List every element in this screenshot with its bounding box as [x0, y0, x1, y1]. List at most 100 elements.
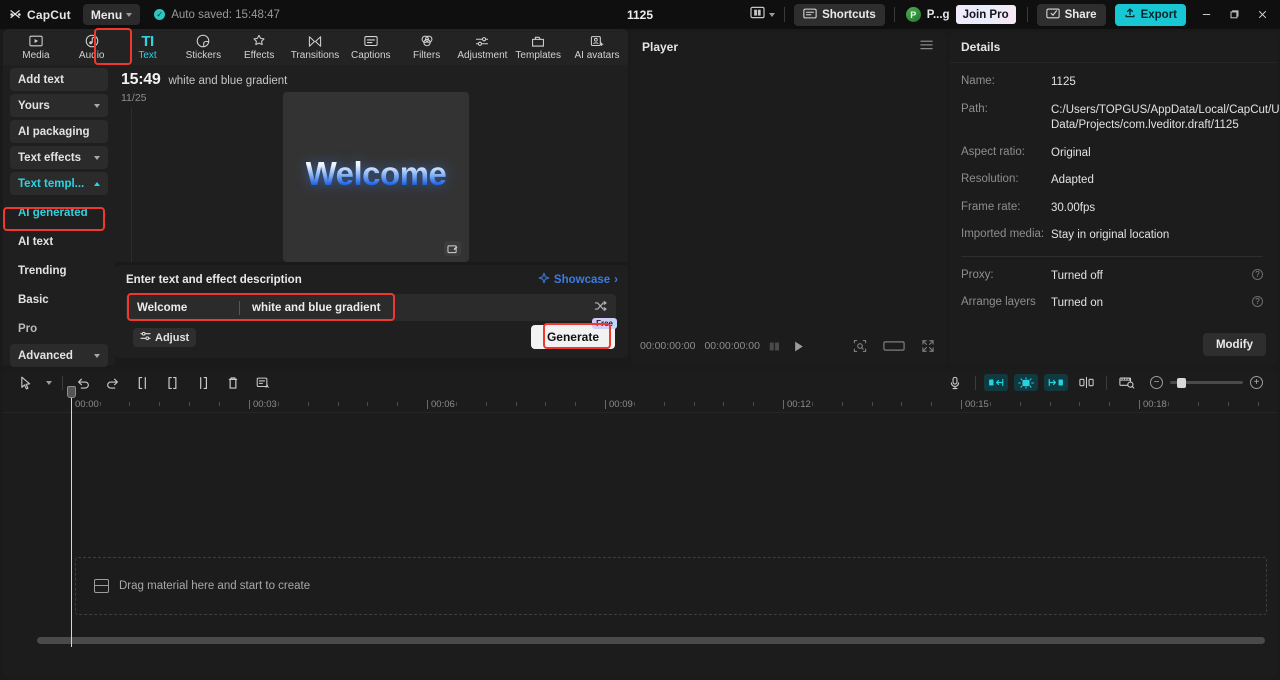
mirror-icon[interactable]: [1071, 372, 1101, 394]
cursor-icon[interactable]: [11, 372, 41, 394]
share-button[interactable]: Share: [1036, 3, 1106, 26]
ruler-tick: [278, 402, 279, 406]
tab-ai-avatars[interactable]: AI avatars: [566, 29, 628, 65]
shortcuts-button[interactable]: Shortcuts: [794, 3, 885, 26]
tab-label: Text: [138, 49, 157, 61]
ruler-label: 00:09: [605, 399, 633, 410]
timeline-tracks[interactable]: Drag material here and start to create: [3, 413, 1277, 649]
frame-step-icon[interactable]: [768, 341, 782, 352]
audio-icon: [85, 34, 99, 49]
microphone-icon[interactable]: [940, 372, 970, 394]
timeline-ruler[interactable]: 00:00 00:03 00:06 00:09 00:12 00:15 00:1…: [3, 396, 1277, 413]
sidebar-item-text-effects[interactable]: Text effects: [10, 146, 108, 169]
timeline-horizontal-scrollbar[interactable]: [37, 637, 1265, 644]
player-total-time: 00:00:00:00: [704, 340, 760, 352]
player-panel: Player 00:00:00:00 00:00:00:00: [631, 32, 946, 365]
split-icon[interactable]: [128, 372, 158, 394]
sidebar-item-ai-text[interactable]: AI text: [10, 230, 108, 253]
playhead-handle[interactable]: [67, 386, 76, 398]
sidebar-item-ai-generated[interactable]: AI generated: [10, 201, 108, 224]
tab-media[interactable]: Media: [8, 29, 64, 65]
redo-icon[interactable]: [98, 372, 128, 394]
zoom-slider[interactable]: [1170, 377, 1243, 388]
effect-description-input[interactable]: white and blue gradient: [240, 302, 586, 314]
details-key: Path:: [961, 102, 988, 115]
trim-left-icon[interactable]: [158, 372, 188, 394]
tab-effects[interactable]: Effects: [231, 29, 287, 65]
sidebar-item-label: Text templ...: [18, 177, 85, 190]
zoom-in-icon[interactable]: +: [1250, 376, 1263, 389]
details-row-proxy: Proxy: Turned off ?: [961, 268, 1263, 285]
tab-adjustment[interactable]: Adjustment: [455, 29, 511, 65]
player-header: Player: [631, 32, 946, 62]
sidebar-item-advanced[interactable]: Advanced: [10, 344, 108, 367]
trash-icon[interactable]: [218, 372, 248, 394]
hamburger-icon[interactable]: [919, 38, 934, 56]
close-button[interactable]: [1248, 0, 1276, 29]
shuffle-icon[interactable]: [586, 300, 616, 315]
chevron-down-icon: [94, 353, 100, 358]
layout-button[interactable]: [750, 6, 776, 24]
template-preview-card[interactable]: Welcome: [283, 92, 469, 262]
help-icon[interactable]: ?: [1252, 268, 1263, 280]
ruler-tick: [159, 402, 160, 406]
sidebar-item-ai-packaging[interactable]: AI packaging: [10, 120, 108, 143]
text-input[interactable]: Welcome: [126, 302, 239, 314]
sparkle-icon: [538, 272, 550, 287]
sidebar-item-label: AI generated: [18, 206, 88, 219]
tab-label: Audio: [78, 49, 105, 61]
caption-a-icon[interactable]: [248, 372, 278, 394]
ruler-tick: [1258, 402, 1259, 406]
playhead[interactable]: [67, 386, 76, 647]
snap-start-icon[interactable]: [984, 374, 1008, 391]
snap-end-icon[interactable]: [1044, 374, 1068, 391]
timeline-dropzone[interactable]: Drag material here and start to create: [75, 557, 1267, 615]
play-icon[interactable]: [792, 340, 805, 353]
sidebar-item-pro[interactable]: Pro: [10, 317, 108, 340]
zoom-out-icon[interactable]: −: [1150, 376, 1163, 389]
tab-stickers[interactable]: Stickers: [175, 29, 231, 65]
sidebar-item-trending[interactable]: Trending: [10, 259, 108, 282]
player-controls: 00:00:00:00 00:00:00:00: [631, 331, 946, 361]
trim-right-icon[interactable]: [188, 372, 218, 394]
filters-icon: [420, 34, 434, 49]
ruler-tick: [338, 402, 339, 406]
tab-filters[interactable]: Filters: [399, 29, 455, 65]
player-stage[interactable]: [631, 62, 946, 331]
sidebar-item-basic[interactable]: Basic: [10, 288, 108, 311]
tab-audio[interactable]: Audio: [64, 29, 120, 65]
chevron-up-icon: [94, 181, 100, 186]
export-button[interactable]: Export: [1114, 3, 1186, 26]
filmstrip-icon[interactable]: [1112, 372, 1142, 394]
account-chip[interactable]: P P...g Join Pro: [904, 5, 1018, 24]
menu-button[interactable]: Menu: [82, 4, 141, 25]
ruler-tick: [397, 402, 398, 406]
magnet-icon[interactable]: [1014, 374, 1038, 391]
ruler-tick: [1109, 402, 1110, 406]
fullscreen-icon[interactable]: [921, 339, 935, 353]
aspect-ratio-icon[interactable]: [883, 340, 905, 352]
sidebar-item-text-templates[interactable]: Text templ...: [10, 172, 108, 195]
ruler-tick: [842, 402, 843, 406]
sidebar-item-label: Yours: [18, 99, 50, 112]
modify-button[interactable]: Modify: [1202, 333, 1266, 356]
sidebar-item-label: AI text: [18, 235, 54, 248]
help-icon[interactable]: ?: [1252, 296, 1263, 308]
select-dropdown-icon[interactable]: [41, 372, 57, 394]
adjust-button[interactable]: Adjust: [133, 328, 197, 347]
keyboard-icon: [803, 8, 817, 22]
sidebar-item-add-text[interactable]: Add text: [10, 68, 108, 91]
tab-templates[interactable]: Templates: [510, 29, 566, 65]
tab-transitions[interactable]: Transitions: [287, 29, 343, 65]
zoom-slider-handle[interactable]: [1177, 377, 1186, 388]
tab-captions[interactable]: Captions: [343, 29, 399, 65]
tab-text[interactable]: TI Text: [120, 29, 176, 65]
maximize-button[interactable]: [1220, 0, 1248, 29]
join-pro-button[interactable]: Join Pro: [955, 5, 1016, 24]
edit-template-icon[interactable]: [444, 241, 461, 256]
showcase-link[interactable]: Showcase ›: [538, 272, 618, 287]
media-icon: [29, 34, 43, 49]
crop-icon[interactable]: [853, 339, 867, 353]
minimize-button[interactable]: [1192, 0, 1220, 29]
sidebar-item-yours[interactable]: Yours: [10, 94, 108, 117]
